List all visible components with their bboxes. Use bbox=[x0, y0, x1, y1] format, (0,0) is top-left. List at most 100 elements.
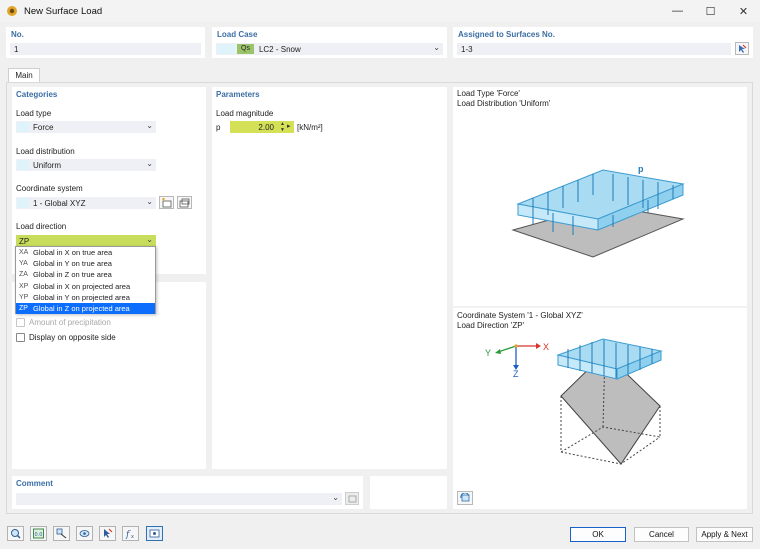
new-coordinate-system-button[interactable] bbox=[159, 196, 174, 209]
formula-button[interactable]: fx bbox=[122, 526, 139, 541]
option-label: Global in Y on true area bbox=[33, 259, 112, 269]
load-type-select[interactable]: Force ⌄ bbox=[16, 121, 156, 133]
comment-panel: Comment ⌄ bbox=[12, 476, 363, 509]
tab-main[interactable]: Main bbox=[8, 68, 40, 82]
display-settings-button[interactable] bbox=[146, 526, 163, 541]
load-preview-graphic bbox=[453, 169, 747, 465]
direction-option-za[interactable]: ZA Global in Z on true area bbox=[16, 269, 155, 280]
assigned-input[interactable]: 1-3 bbox=[457, 43, 731, 55]
chevron-down-icon: ⌄ bbox=[146, 235, 153, 244]
load-direction-label: Load direction bbox=[16, 222, 67, 231]
no-label: No. bbox=[11, 30, 24, 39]
load-distribution-select[interactable]: Uniform ⌄ bbox=[16, 159, 156, 171]
pick-cursor-icon bbox=[739, 44, 747, 53]
section-icon bbox=[56, 528, 67, 539]
load-case-panel: Load Case Qs LC2 - Snow ⌄ bbox=[212, 27, 447, 58]
window-title: New Surface Load bbox=[24, 5, 103, 17]
direction-option-xa[interactable]: XA Global in X on true area bbox=[16, 247, 155, 258]
assigned-label: Assigned to Surfaces No. bbox=[458, 30, 555, 39]
axis-x-label: X bbox=[543, 342, 550, 352]
p-symbol: p bbox=[216, 123, 221, 132]
direction-option-xp[interactable]: XP Global in X on projected area bbox=[16, 281, 155, 292]
chevron-down-icon: ⌄ bbox=[146, 197, 153, 206]
eye-help-icon bbox=[79, 530, 90, 537]
option-symbol: XP bbox=[19, 282, 29, 290]
decimal-icon: 0.0 bbox=[33, 528, 44, 539]
ok-button[interactable]: OK bbox=[570, 527, 626, 542]
amount-precipitation-checkbox[interactable]: Amount of precipitation bbox=[16, 318, 111, 327]
option-label: Global in X on projected area bbox=[33, 281, 131, 291]
close-button[interactable]: ✕ bbox=[727, 0, 760, 22]
no-panel: No. 1 bbox=[6, 27, 205, 58]
select-button[interactable] bbox=[99, 526, 116, 541]
minimize-button[interactable]: — bbox=[661, 0, 694, 22]
view-button[interactable] bbox=[76, 526, 93, 541]
load-type-label: Load type bbox=[16, 109, 52, 118]
parameters-title: Parameters bbox=[216, 90, 260, 99]
preview-rotate-button[interactable] bbox=[457, 491, 473, 505]
parameters-panel: Parameters Load magnitude p 2.00 ▲ ▼ ▸ [k… bbox=[212, 87, 447, 469]
display-icon bbox=[149, 529, 160, 538]
comment-library-button[interactable] bbox=[345, 492, 359, 505]
checkbox-box bbox=[16, 333, 25, 342]
select-surfaces-button[interactable] bbox=[735, 42, 749, 55]
coordinate-system-value: 1 - Global XYZ bbox=[33, 198, 86, 208]
load-type-value: Force bbox=[33, 122, 54, 132]
section-button[interactable] bbox=[53, 526, 70, 541]
p-unit: [kN/m²] bbox=[297, 123, 323, 132]
option-symbol: ZP bbox=[19, 305, 28, 313]
preview-load-direction: Load Direction 'ZP' bbox=[457, 321, 525, 330]
option-label: Global in X on true area bbox=[33, 248, 113, 258]
coordinate-system-select[interactable]: 1 - Global XYZ ⌄ bbox=[16, 197, 156, 209]
direction-option-yp[interactable]: YP Global in Y on projected area bbox=[16, 292, 155, 303]
cancel-button[interactable]: Cancel bbox=[634, 527, 689, 542]
search-help-icon bbox=[11, 529, 21, 539]
load-distribution-swatch bbox=[17, 160, 29, 170]
library-icon bbox=[348, 495, 356, 503]
edit-cs-icon bbox=[179, 198, 190, 207]
p-spinner[interactable]: ▲ ▼ bbox=[280, 121, 286, 133]
amount-precipitation-label: Amount of precipitation bbox=[29, 318, 111, 327]
help-button[interactable] bbox=[7, 526, 24, 541]
load-direction-value: ZP bbox=[19, 236, 30, 246]
comment-input[interactable]: ⌄ bbox=[16, 493, 342, 505]
load-case-select[interactable]: Qs LC2 - Snow ⌄ bbox=[216, 43, 443, 55]
option-symbol: ZA bbox=[19, 271, 28, 279]
option-symbol: YP bbox=[19, 293, 29, 301]
checkbox-box bbox=[16, 318, 25, 327]
chevron-down-icon: ⌄ bbox=[146, 121, 153, 130]
p-menu-arrow-icon[interactable]: ▸ bbox=[287, 121, 294, 133]
units-button[interactable]: 0.0 bbox=[30, 526, 47, 541]
axis-triad bbox=[495, 343, 541, 370]
rotate-view-icon bbox=[459, 493, 469, 502]
load-case-value: LC2 - Snow bbox=[258, 44, 301, 54]
direction-option-zp[interactable]: ZP Global in Z on projected area bbox=[16, 302, 155, 315]
no-input[interactable]: 1 bbox=[10, 43, 201, 55]
apply-next-button[interactable]: Apply & Next bbox=[696, 527, 753, 542]
direction-option-ya[interactable]: YA Global in Y on true area bbox=[16, 258, 155, 269]
chevron-down-icon: ⌄ bbox=[332, 493, 339, 502]
maximize-button[interactable]: ☐ bbox=[694, 0, 727, 22]
edit-coordinate-system-button[interactable] bbox=[177, 196, 192, 209]
app-icon bbox=[7, 6, 17, 16]
load-direction-dropdown: XA Global in X on true area YA Global in Y… bbox=[15, 246, 156, 315]
load-type-swatch bbox=[17, 122, 29, 132]
comment-label: Comment bbox=[16, 479, 53, 488]
preview-panel: Load Type 'Force' Load Distribution 'Uni… bbox=[453, 87, 747, 509]
display-opposite-checkbox[interactable]: Display on opposite side bbox=[16, 333, 116, 342]
display-opposite-label: Display on opposite side bbox=[29, 333, 116, 342]
coordinate-system-label: Coordinate system bbox=[16, 184, 83, 193]
new-cs-icon bbox=[162, 197, 172, 207]
load-case-code: Qs bbox=[237, 44, 254, 54]
load-symbol-label: p bbox=[638, 164, 644, 174]
option-label: Global in Y on projected area bbox=[33, 292, 130, 302]
title-bar: New Surface Load — ☐ ✕ bbox=[0, 0, 760, 22]
option-label: Global in Z on true area bbox=[33, 270, 112, 280]
coordinate-system-swatch bbox=[17, 198, 29, 208]
option-symbol: XA bbox=[19, 249, 29, 257]
formula-icon: fx bbox=[125, 530, 134, 539]
comment-extra-panel bbox=[370, 476, 447, 509]
assigned-panel: Assigned to Surfaces No. 1-3 bbox=[453, 27, 753, 58]
load-distribution-label: Load distribution bbox=[16, 147, 75, 156]
option-symbol: YA bbox=[19, 260, 28, 268]
